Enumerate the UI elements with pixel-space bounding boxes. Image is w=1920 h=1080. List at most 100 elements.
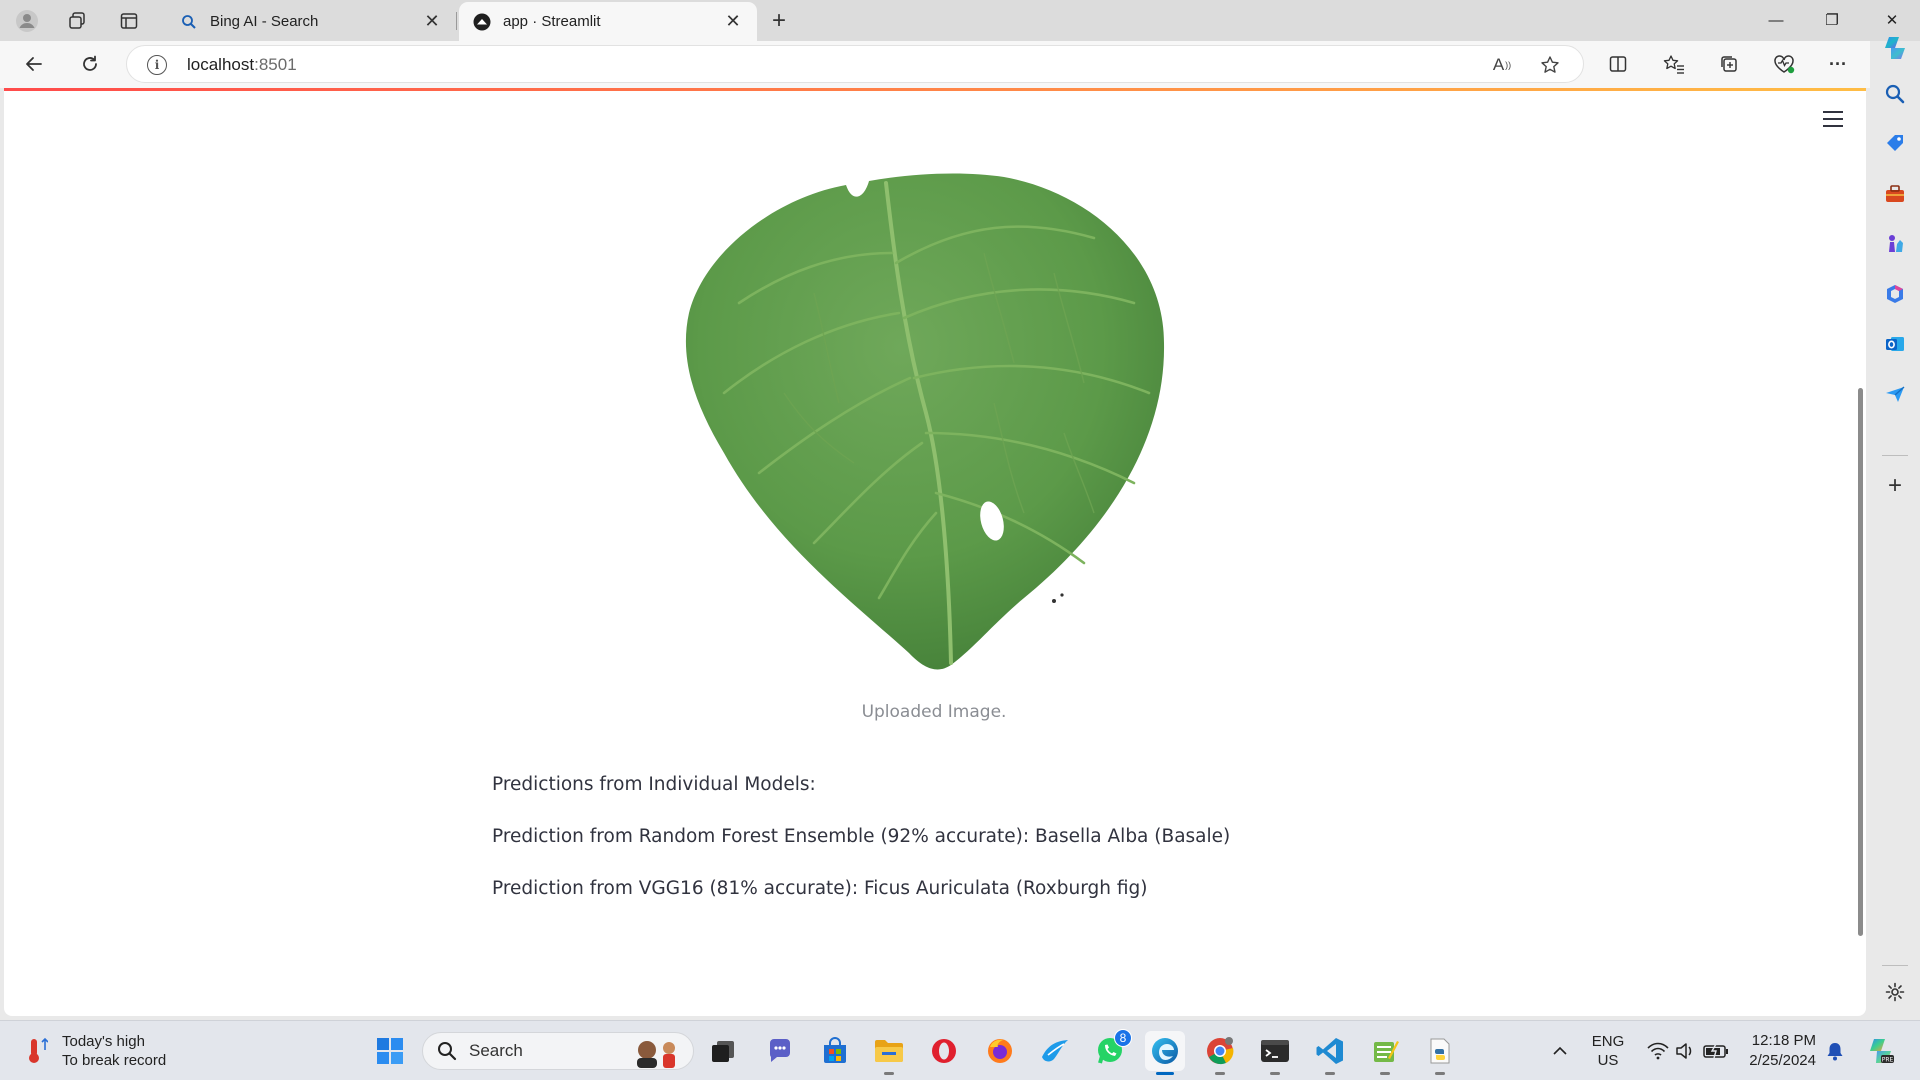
clock-time: 12:18 PM [1751, 1032, 1816, 1049]
sidebar-divider [1882, 455, 1908, 456]
running-indicator [1215, 1072, 1225, 1075]
chevron-up-icon [1553, 1046, 1567, 1055]
sidebar-microsoft365[interactable] [1879, 278, 1911, 310]
favorites-button[interactable] [1658, 49, 1690, 79]
tab-title: app · Streamlit [503, 13, 601, 30]
taskbar-teams[interactable] [760, 1031, 800, 1071]
read-aloud-icon[interactable]: A)) [1491, 54, 1513, 76]
site-info-icon[interactable]: i [147, 55, 167, 75]
copilot-icon: PRE [1870, 1039, 1894, 1064]
taskbar-firefox[interactable] [980, 1031, 1020, 1071]
taskbar-chrome[interactable] [1200, 1031, 1240, 1075]
profile-button[interactable] [10, 6, 44, 36]
new-tab-button[interactable]: + [764, 6, 794, 36]
split-screen-button[interactable] [1602, 49, 1634, 79]
sidebar-settings[interactable] [1879, 976, 1911, 1008]
language-indicator[interactable]: ENG US [1590, 1031, 1626, 1071]
more-options-button[interactable]: ··· [1822, 49, 1854, 79]
tab-streamlit-app[interactable]: app · Streamlit ✕ [459, 2, 757, 41]
restore-button[interactable]: ❐ [1804, 0, 1860, 40]
taskbar-opera[interactable] [924, 1031, 964, 1071]
outlook-icon [1886, 337, 1904, 351]
url-text[interactable]: localhost:8501 [187, 55, 297, 75]
collections-icon [1721, 56, 1737, 72]
sidebar-shopping[interactable] [1879, 127, 1911, 159]
taskbar-task-view[interactable] [703, 1031, 743, 1071]
profile-icon [16, 10, 38, 32]
minimize-button[interactable]: — [1748, 0, 1804, 40]
bird-icon [1042, 1040, 1068, 1062]
taskbar-edge[interactable] [1145, 1031, 1185, 1075]
sidebar-add-button[interactable]: + [1879, 470, 1911, 502]
taskbar-vscode[interactable] [1310, 1031, 1350, 1075]
store-icon [824, 1037, 846, 1063]
chat-icon [769, 1039, 790, 1062]
python-file-icon [1430, 1038, 1450, 1064]
taskbar-whatsapp[interactable]: 8 [1090, 1029, 1132, 1071]
tag-icon [1887, 135, 1903, 151]
weather-subtitle: To break record [62, 1052, 167, 1069]
sidebar-games[interactable] [1879, 228, 1911, 260]
copilot-taskbar-button[interactable]: PRE [1862, 1031, 1898, 1071]
vertical-tabs-button[interactable] [112, 6, 146, 36]
favorite-star-icon[interactable] [1539, 54, 1561, 76]
gear-icon [1885, 982, 1905, 1002]
sidebar-tools[interactable] [1879, 178, 1911, 210]
copilot-button[interactable] [1879, 32, 1911, 64]
refresh-button[interactable] [72, 47, 108, 81]
region-code: US [1597, 1052, 1619, 1069]
tab-title: Bing AI - Search [210, 13, 319, 30]
collections-button[interactable] [1713, 49, 1745, 79]
refresh-icon [83, 55, 97, 71]
streamlit-page: Uploaded Image. Predictions from Individ… [4, 88, 1866, 1016]
close-tab-icon[interactable]: ✕ [422, 11, 442, 32]
notification-badge: 8 [1114, 1029, 1132, 1047]
chess-icon [1889, 235, 1903, 252]
vscode-icon [1316, 1038, 1343, 1064]
start-button[interactable] [370, 1031, 410, 1071]
windows-logo-icon [377, 1038, 403, 1064]
page-scrollbar[interactable] [1858, 388, 1863, 936]
folder-icon [875, 1040, 903, 1062]
toolbox-icon [1886, 185, 1904, 202]
active-indicator [1156, 1072, 1174, 1075]
sidebar-drop[interactable] [1879, 378, 1911, 410]
svg-text:PRE: PRE [1882, 1057, 1894, 1064]
browser-toolbar: i localhost:8501 A)) ··· [0, 41, 1920, 88]
taskbar-paint-app[interactable] [1035, 1031, 1075, 1071]
sidebar-outlook[interactable] [1879, 328, 1911, 360]
clock-date: 2/25/2024 [1749, 1052, 1816, 1069]
quick-settings[interactable] [1640, 1031, 1736, 1071]
prediction-random-forest: Prediction from Random Forest Ensemble (… [492, 826, 1231, 847]
streamlit-icon [473, 13, 491, 31]
read-aloud-label: A [1492, 55, 1505, 74]
address-bar[interactable]: i localhost:8501 A)) [126, 45, 1584, 83]
browser-essentials-button[interactable] [1768, 49, 1800, 79]
taskbar-file-explorer[interactable] [869, 1031, 909, 1075]
taskbar-store[interactable] [815, 1031, 855, 1071]
notifications-button[interactable] [1822, 1031, 1848, 1071]
search-icon [180, 13, 198, 31]
back-button[interactable] [16, 47, 52, 81]
taskbar-python[interactable] [1420, 1031, 1460, 1075]
sidebar-divider [1882, 965, 1908, 966]
search-placeholder: Search [469, 1041, 523, 1060]
workspaces-button[interactable] [60, 6, 94, 36]
taskbar-notepad-app[interactable] [1365, 1031, 1405, 1075]
main-menu-icon[interactable] [1820, 108, 1846, 130]
close-tab-icon[interactable]: ✕ [723, 11, 743, 32]
favorites-icon [1663, 55, 1684, 74]
taskbar-terminal[interactable] [1255, 1031, 1295, 1075]
chrome-icon [1207, 1037, 1234, 1065]
battery-icon [1703, 1043, 1728, 1059]
thermometer-icon [29, 1037, 48, 1063]
firefox-icon [988, 1039, 1012, 1063]
weather-widget[interactable]: Today's high To break record [22, 1031, 166, 1071]
system-clock[interactable]: 12:18 PM 2/25/2024 [1740, 1031, 1816, 1071]
tab-bing-search[interactable]: Bing AI - Search ✕ [166, 2, 456, 41]
sidebar-search[interactable] [1879, 78, 1911, 110]
notepad-icon [1374, 1041, 1399, 1062]
show-hidden-icons[interactable] [1548, 1031, 1572, 1071]
taskbar-search[interactable]: Search [422, 1032, 694, 1070]
search-icon [1885, 84, 1905, 104]
